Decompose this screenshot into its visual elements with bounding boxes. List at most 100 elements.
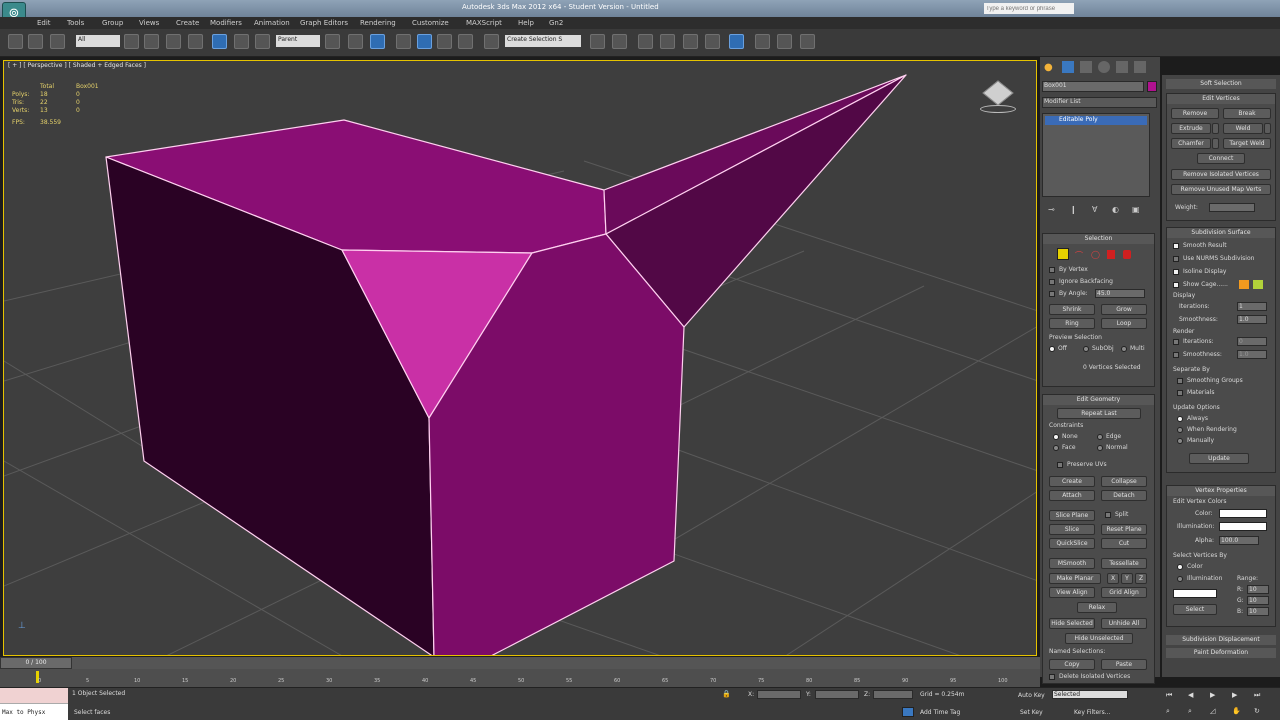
preview-off-radio[interactable] bbox=[1049, 346, 1055, 352]
update-when-rendering-radio[interactable] bbox=[1177, 427, 1183, 433]
constraint-normal-radio[interactable] bbox=[1097, 445, 1103, 451]
select-color-swatch[interactable] bbox=[1173, 589, 1217, 598]
weld-settings-button[interactable] bbox=[1264, 123, 1271, 134]
menu-tools[interactable]: Tools bbox=[67, 19, 84, 27]
slice-plane-button[interactable]: Slice Plane bbox=[1049, 510, 1095, 521]
editable-poly-box[interactable] bbox=[105, 74, 907, 656]
orbit-icon[interactable]: ↻ bbox=[1254, 707, 1260, 715]
reset-plane-button[interactable]: Reset Plane bbox=[1101, 524, 1147, 535]
layer-manager-icon[interactable] bbox=[638, 34, 653, 49]
relax-button[interactable]: Relax bbox=[1077, 602, 1117, 613]
unhide-all-button[interactable]: Unhide All bbox=[1101, 618, 1147, 629]
z-coord-field[interactable] bbox=[873, 690, 913, 699]
target-weld-button[interactable]: Target Weld bbox=[1223, 138, 1271, 149]
hide-selected-button[interactable]: Hide Selected bbox=[1049, 618, 1095, 629]
menu-edit[interactable]: Edit bbox=[37, 19, 51, 27]
selection-filter-dropdown[interactable]: All bbox=[76, 35, 120, 47]
play-icon[interactable]: ▶ bbox=[1210, 691, 1215, 699]
planar-x-button[interactable]: X bbox=[1107, 573, 1119, 584]
render-smoothness-spinner[interactable]: 1.0 bbox=[1237, 350, 1267, 359]
render-setup-icon[interactable] bbox=[755, 34, 770, 49]
stack-item-editable-poly[interactable]: Editable Poly bbox=[1045, 116, 1147, 125]
paint-deformation-rollout[interactable]: Paint Deformation bbox=[1166, 648, 1276, 658]
ignore-backfacing-checkbox[interactable] bbox=[1049, 279, 1055, 285]
slice-button[interactable]: Slice bbox=[1049, 524, 1095, 535]
keyboard-shortcut-icon[interactable] bbox=[370, 34, 385, 49]
msmooth-button[interactable]: MSmooth bbox=[1049, 558, 1095, 569]
key-mode-dropdown[interactable]: Selected bbox=[1052, 690, 1128, 699]
menu-gn2[interactable]: Gn2 bbox=[549, 19, 563, 27]
materials-checkbox[interactable] bbox=[1177, 390, 1183, 396]
edit-named-selection-icon[interactable] bbox=[484, 34, 499, 49]
graphite-ribbon-icon[interactable] bbox=[660, 34, 675, 49]
render-iterations-spinner[interactable]: 0 bbox=[1237, 337, 1267, 346]
delete-isolated-checkbox[interactable] bbox=[1049, 674, 1055, 680]
subdivision-displacement-rollout[interactable]: Subdivision Displacement bbox=[1166, 635, 1276, 645]
menu-views[interactable]: Views bbox=[139, 19, 159, 27]
edit-vertices-title[interactable]: Edit Vertices bbox=[1167, 94, 1275, 104]
menu-animation[interactable]: Animation bbox=[254, 19, 290, 27]
time-tag-icon[interactable] bbox=[902, 707, 914, 717]
constraint-none-radio[interactable] bbox=[1053, 434, 1059, 440]
polygon-mode-icon[interactable] bbox=[1107, 250, 1115, 259]
show-cage-checkbox[interactable] bbox=[1173, 282, 1179, 288]
maxscript-output[interactable]: Max to Physx bbox=[0, 704, 68, 720]
range-g-spinner[interactable]: 10 bbox=[1247, 596, 1269, 605]
go-to-start-icon[interactable]: ⏮ bbox=[1166, 691, 1172, 700]
link-icon[interactable] bbox=[50, 34, 65, 49]
vertex-properties-title[interactable]: Vertex Properties bbox=[1167, 486, 1275, 496]
ring-button[interactable]: Ring bbox=[1049, 318, 1095, 329]
range-b-spinner[interactable]: 10 bbox=[1247, 607, 1269, 616]
select-scale-icon[interactable] bbox=[255, 34, 270, 49]
rendered-frame-icon[interactable] bbox=[777, 34, 792, 49]
by-vertex-checkbox[interactable] bbox=[1049, 267, 1055, 273]
pin-stack-icon[interactable]: ⊸ bbox=[1048, 205, 1055, 214]
modify-tab-icon[interactable] bbox=[1062, 61, 1074, 73]
vertex-color-swatch[interactable] bbox=[1219, 509, 1267, 518]
y-coord-field[interactable] bbox=[815, 690, 859, 699]
select-manipulate-icon[interactable] bbox=[348, 34, 363, 49]
time-slider[interactable]: 0 / 100 bbox=[0, 657, 1040, 669]
redo-icon[interactable] bbox=[28, 34, 43, 49]
menu-create[interactable]: Create bbox=[176, 19, 199, 27]
update-button[interactable]: Update bbox=[1189, 453, 1249, 464]
planar-z-button[interactable]: Z bbox=[1135, 573, 1147, 584]
weld-button[interactable]: Weld bbox=[1223, 123, 1263, 134]
track-bar[interactable]: 0 5 10 15 20 25 30 35 40 45 50 55 60 65 70 75 80 85 90 95 10… bbox=[0, 669, 1040, 687]
maxscript-listener[interactable]: Max to Physx bbox=[0, 688, 68, 720]
planar-y-button[interactable]: Y bbox=[1121, 573, 1133, 584]
weight-spinner[interactable] bbox=[1209, 203, 1255, 212]
auto-key-button[interactable]: Auto Key bbox=[1018, 692, 1045, 699]
grid-align-button[interactable]: Grid Align bbox=[1101, 587, 1147, 598]
edit-geometry-title[interactable]: Edit Geometry bbox=[1043, 395, 1154, 405]
detach-button[interactable]: Detach bbox=[1101, 490, 1147, 501]
smooth-result-checkbox[interactable] bbox=[1173, 243, 1179, 249]
loop-button[interactable]: Loop bbox=[1101, 318, 1147, 329]
angle-snap-icon[interactable] bbox=[417, 34, 432, 49]
view-align-button[interactable]: View Align bbox=[1049, 587, 1095, 598]
viewcube-icon[interactable] bbox=[978, 79, 1018, 119]
display-smoothness-spinner[interactable]: 1.0 bbox=[1237, 315, 1267, 324]
zoom-all-icon[interactable]: ⌕ bbox=[1188, 707, 1192, 716]
snap-toggle-icon[interactable] bbox=[396, 34, 411, 49]
lock-selection-icon[interactable]: 🔒 bbox=[722, 690, 731, 698]
menu-graph-editors[interactable]: Graph Editors bbox=[300, 19, 348, 27]
mirror-icon[interactable] bbox=[590, 34, 605, 49]
quickslice-button[interactable]: QuickSlice bbox=[1049, 538, 1095, 549]
split-checkbox[interactable] bbox=[1105, 512, 1111, 518]
window-crossing-icon[interactable] bbox=[188, 34, 203, 49]
alpha-spinner[interactable]: 100.0 bbox=[1219, 536, 1259, 545]
preserve-uvs-checkbox[interactable] bbox=[1057, 462, 1063, 468]
modifier-list-dropdown[interactable]: Modifier List bbox=[1042, 97, 1157, 108]
remove-button[interactable]: Remove bbox=[1171, 108, 1219, 119]
set-key-button[interactable]: Set Key bbox=[1020, 709, 1043, 716]
element-mode-icon[interactable] bbox=[1123, 250, 1131, 259]
utilities-tab-icon[interactable] bbox=[1134, 61, 1146, 73]
connect-button[interactable]: Connect bbox=[1197, 153, 1245, 164]
schematic-view-icon[interactable] bbox=[705, 34, 720, 49]
shrink-button[interactable]: Shrink bbox=[1049, 304, 1095, 315]
collapse-button[interactable]: Collapse bbox=[1101, 476, 1147, 487]
time-slider-thumb[interactable]: 0 / 100 bbox=[0, 657, 72, 669]
render-teapot-icon[interactable] bbox=[800, 34, 815, 49]
menu-modifiers[interactable]: Modifiers bbox=[210, 19, 242, 27]
